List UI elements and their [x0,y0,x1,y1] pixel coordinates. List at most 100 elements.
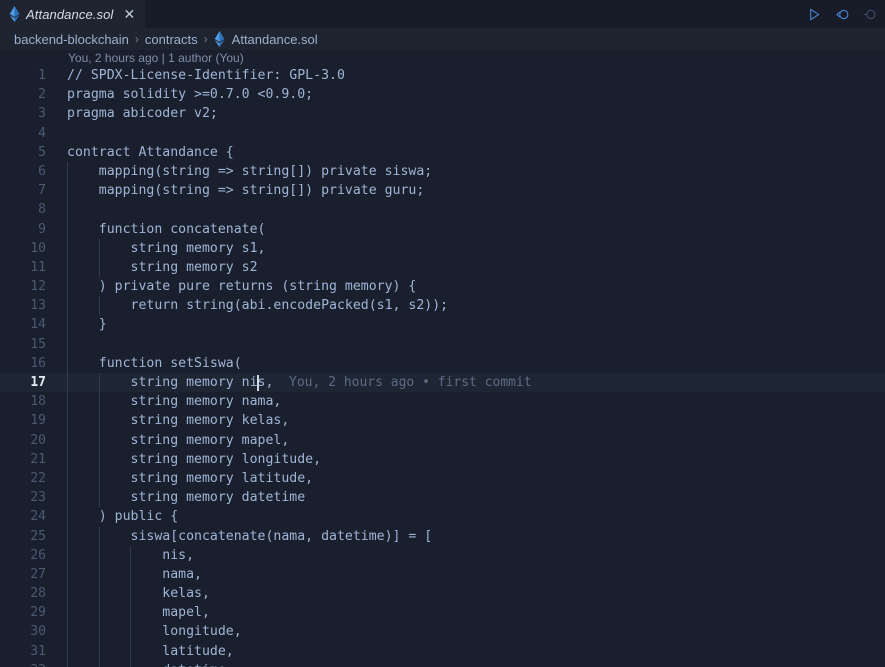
code-line[interactable]: 27 nama, [0,564,885,585]
code-line[interactable]: 9 function concatenate( [0,219,885,239]
text-cursor [257,375,259,391]
inline-blame-annotation: You, 2 hours ago • first commit [289,375,532,390]
code-line[interactable]: 28 kelas, [0,584,885,604]
code-line[interactable]: 15 [0,334,885,354]
line-number: 25 [30,528,46,544]
code-line[interactable]: 18 string memory nama, [0,392,885,412]
indent-guide [67,200,68,220]
indent-guide [67,392,68,412]
indent-guide [130,622,132,642]
code-line[interactable]: 1 // SPDX-License-Identifier: GPL-3.0 [0,66,885,85]
indent-guide [98,660,100,667]
indent-guide [130,641,132,661]
indent-guide [130,603,132,623]
code-line[interactable]: 16 function setSiswa( [0,353,885,373]
code-editor[interactable]: You, 2 hours ago | 1 author (You) 1 // SP… [0,50,885,667]
line-number: 32 [0,661,56,667]
code-line[interactable]: 2 pragma solidity >=0.7.0 <0.9.0; [0,85,885,104]
ethereum-icon [214,31,225,47]
code-line[interactable]: 11 string memory s2 [0,257,885,278]
run-and-debug-icon[interactable] [829,1,855,27]
indent-guide [67,488,68,508]
indent-guide [98,468,100,489]
line-text: pragma abicoder v2; [67,106,218,122]
indent-guide [130,545,132,565]
codelens-blame[interactable]: You, 2 hours ago | 1 author (You) [0,50,885,66]
line-text: pragma solidity >=0.7.0 <0.9.0; [67,87,314,103]
run-icon[interactable] [801,1,827,27]
indent-guide [67,411,68,431]
code-line[interactable]: 8 [0,200,885,220]
line-number: 12 [30,279,46,295]
indent-guide [98,622,100,642]
line-number: 23 [30,490,46,506]
breadcrumb-item-backend-blockchain[interactable]: backend-blockchain [14,32,129,47]
indent-guide [67,545,68,565]
line-number: 13 [30,298,46,314]
indent-guide [98,238,100,258]
code-line[interactable]: 12 ) private pure returns (string memory… [0,277,885,297]
code-line[interactable]: 21 string memory longitude, [0,449,885,469]
code-line[interactable]: 5 contract Attandance { [0,143,885,162]
indent-guide [67,257,68,278]
code-line[interactable]: 7 mapping(string => string[]) private gu… [0,181,885,201]
chevron-right-icon: › [134,32,139,46]
line-text: string memory mapel, [56,430,885,450]
code-line[interactable]: 17 string memory nis, You, 2 hours ago • … [0,373,885,393]
indent-guide [67,507,68,527]
code-line[interactable]: 14 } [0,315,885,335]
indent-guide [98,373,100,393]
code-line[interactable]: 6 mapping(string => string[]) private si… [0,161,885,182]
editor-tab-attandance-sol[interactable]: Attandance.sol ✕ [0,0,146,28]
editor-tab-bar: Attandance.sol ✕ [0,0,885,28]
indent-guide [67,622,68,642]
line-number: 20 [30,432,46,448]
line-text: longitude, [56,622,885,642]
editor-window: Attandance.sol ✕ backend-blockchain › co… [0,0,885,667]
code-line[interactable]: 13 return string(abi.encodePacked(s1, s2… [0,296,885,316]
code-line[interactable]: 20 string memory mapel, [0,430,885,450]
code-line[interactable]: 26 nis, [0,545,885,565]
breadcrumb-leaf-label: Attandance.sol [231,31,318,47]
line-number: 15 [30,336,46,352]
code-line[interactable]: 32 datetime [0,660,885,667]
line-number: 2 [38,87,46,103]
line-text: mapping(string => string[]) private sisw… [56,161,885,182]
breadcrumb-item-contracts[interactable]: contracts [145,32,198,47]
indent-guide [98,296,100,316]
line-number: 22 [30,470,46,486]
chevron-right-icon: › [203,32,208,46]
line-text: kelas, [56,584,885,604]
more-actions-icon[interactable] [857,1,883,27]
code-line[interactable]: 29 mapel, [0,603,885,623]
code-line[interactable]: 31 latitude, [0,641,885,661]
line-text: mapel, [56,603,885,623]
indent-guide [67,315,68,335]
code-line[interactable]: 25 siswa[concatenate(nama, datetime)] = … [0,526,885,546]
code-line[interactable]: 10 string memory s1, [0,238,885,258]
breadcrumb-item-attandance-sol[interactable]: Attandance.sol [214,31,318,47]
indent-guide [67,353,68,373]
code-line[interactable]: 19 string memory kelas, [0,411,885,431]
ethereum-icon [9,6,20,22]
close-icon[interactable]: ✕ [121,6,137,22]
line-text: } [56,315,885,335]
line-number: 31 [30,643,46,659]
code-line[interactable]: 24 ) public { [0,507,885,527]
line-text: string memory nis, You, 2 hours ago • fir… [56,373,885,393]
line-text: siswa[concatenate(nama, datetime)] = [ [56,526,885,546]
code-line[interactable]: 3 pragma abicoder v2; [0,104,885,123]
code-line[interactable]: 22 string memory latitude, [0,468,885,489]
indent-guide [98,564,100,585]
indent-guide [67,468,68,489]
code-line[interactable]: 23 string memory datetime [0,488,885,508]
line-number: 10 [30,240,46,256]
code-line[interactable]: 4 [0,124,885,143]
code-lines[interactable]: 1 // SPDX-License-Identifier: GPL-3.0 2 pra… [0,66,885,667]
line-number: 11 [30,259,46,275]
line-text: ) public { [56,507,885,527]
indent-guide [98,545,100,565]
line-text: function concatenate( [56,219,885,239]
indent-guide [67,660,68,667]
code-line[interactable]: 30 longitude, [0,622,885,642]
